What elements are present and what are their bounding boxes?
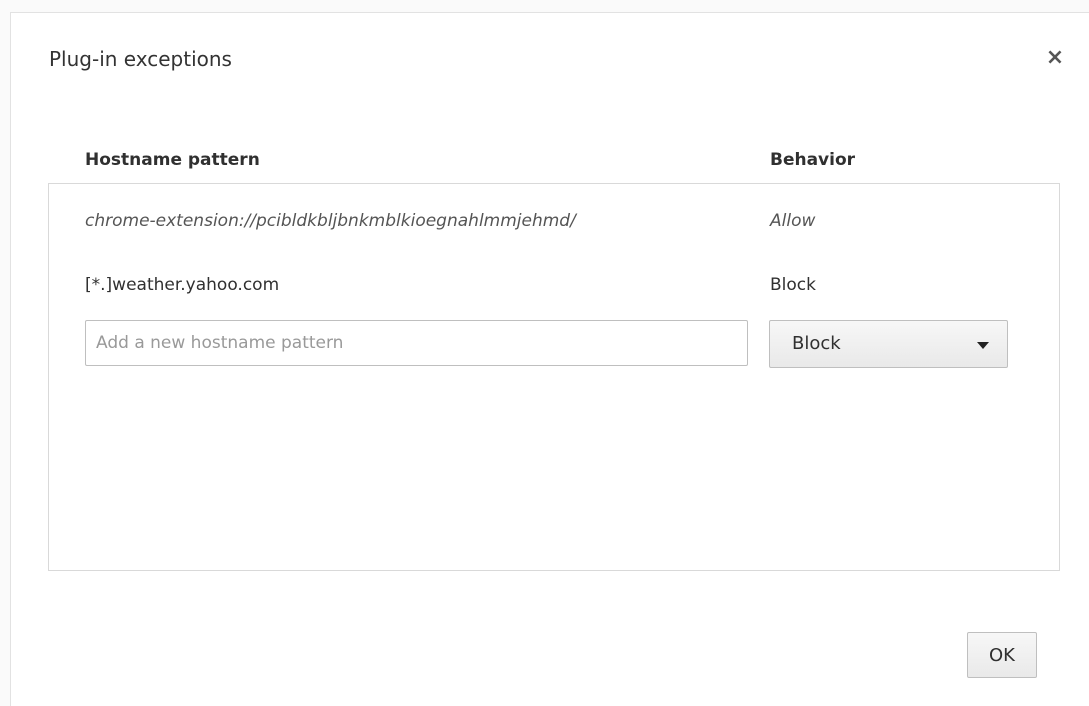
close-icon[interactable]: × — [1043, 46, 1067, 70]
behavior-value: Block — [770, 275, 816, 295]
hostname-pattern: [*.]weather.yahoo.com — [85, 275, 280, 295]
new-hostname-input[interactable] — [85, 320, 748, 366]
exceptions-list: chrome-extension://pcibldkbljbnkmblkioeg… — [48, 183, 1060, 571]
hostname-pattern: chrome-extension://pcibldkbljbnkmblkioeg… — [85, 211, 576, 231]
column-header-hostname: Hostname pattern — [85, 150, 260, 170]
behavior-select-value: Block — [792, 333, 841, 354]
ok-button[interactable]: OK — [967, 632, 1037, 678]
behavior-select[interactable]: Block — [769, 320, 1008, 368]
dialog-title: Plug-in exceptions — [49, 47, 232, 71]
plugin-exceptions-dialog: Plug-in exceptions × Hostname pattern Be… — [10, 12, 1089, 706]
behavior-value: Allow — [770, 211, 816, 231]
list-item[interactable]: [*.]weather.yahoo.com Block — [49, 268, 1059, 302]
column-header-behavior: Behavior — [770, 150, 856, 170]
list-item[interactable]: chrome-extension://pcibldkbljbnkmblkioeg… — [49, 204, 1059, 238]
chevron-down-icon — [977, 342, 989, 349]
